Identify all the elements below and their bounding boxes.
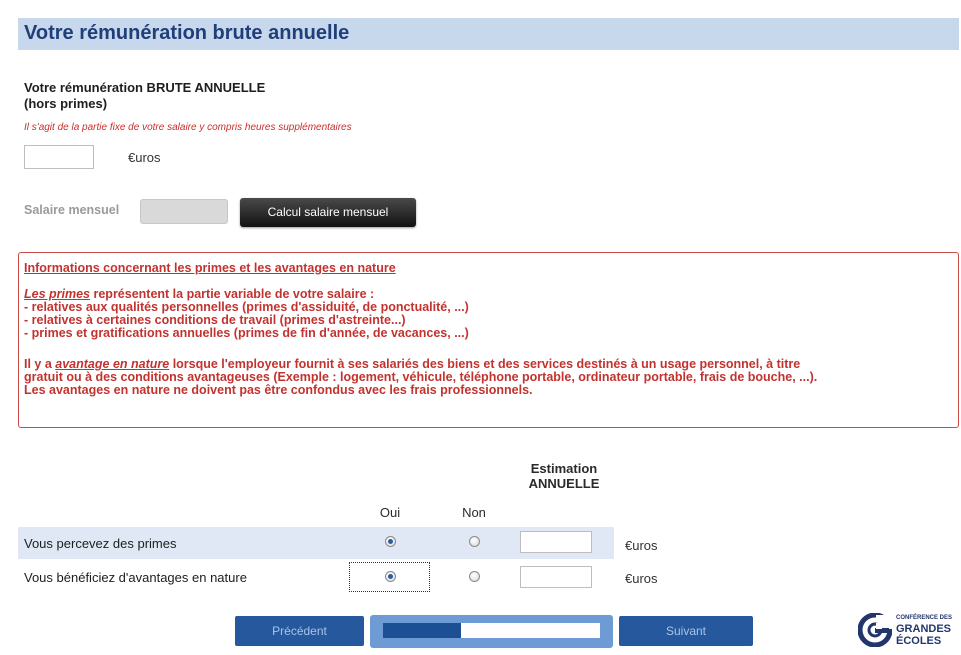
primes-non-radio[interactable] [469,536,480,547]
avantage-term: avantage en nature [55,357,170,371]
primes-unit: €uros [625,538,658,553]
info-box [18,252,959,428]
estimation-header: Estimation ANNUELLE [518,461,610,491]
primes-term: Les primes [24,287,91,301]
column-non: Non [462,505,486,520]
progress-fill [383,623,461,638]
primes-item: - primes et gratifications annuelles (pr… [24,326,469,340]
primes-row-label: Vous percevez des primes [24,536,177,551]
annual-salary-input[interactable] [24,145,94,169]
primes-intro-text: représentent la partie variable de votre… [90,287,375,301]
page-title: Votre rémunération brute annuelle [24,22,350,44]
avantages-row-label: Vous bénéficiez d'avantages en nature [24,570,247,585]
avantage-prefix: Il y a [24,357,56,371]
monthly-salary-label: Salaire mensuel [24,203,120,217]
next-button[interactable]: Suivant [619,616,753,646]
logo-text-line1: CONFÉRENCE DES [896,615,953,621]
salary-unit: €uros [128,150,161,165]
logo-text-line2: GRANDES [896,623,952,635]
avantages-non-radio[interactable] [469,571,480,582]
cge-logo-icon [857,612,893,648]
salary-subheading: (hors primes) [24,96,108,111]
info-heading: Informations concernant les primes et le… [24,261,396,275]
avantages-estimate-input[interactable] [520,566,592,588]
calculate-monthly-salary-button[interactable]: Calcul salaire mensuel [240,198,416,227]
monthly-salary-field [140,199,228,224]
salary-heading: Votre rémunération BRUTE ANNUELLE [24,80,266,95]
salary-note: Il s'agit de la partie fixe de votre sal… [24,122,352,133]
logo-text-line3: ÉCOLES [896,635,942,647]
avantages-unit: €uros [625,571,658,586]
previous-button[interactable]: Précédent [235,616,364,646]
avantage-line1: lorsque l'employeur fournit à ses salari… [169,357,801,371]
primes-oui-radio[interactable] [385,536,396,547]
estimation-header-line1: Estimation [530,461,598,476]
primes-estimate-input[interactable] [520,531,592,553]
estimation-header-line2: ANNUELLE [528,476,600,491]
column-oui: Oui [379,505,401,520]
avantage-line: Les avantages en nature ne doivent pas ê… [24,383,533,397]
avantages-oui-radio[interactable] [385,571,396,582]
